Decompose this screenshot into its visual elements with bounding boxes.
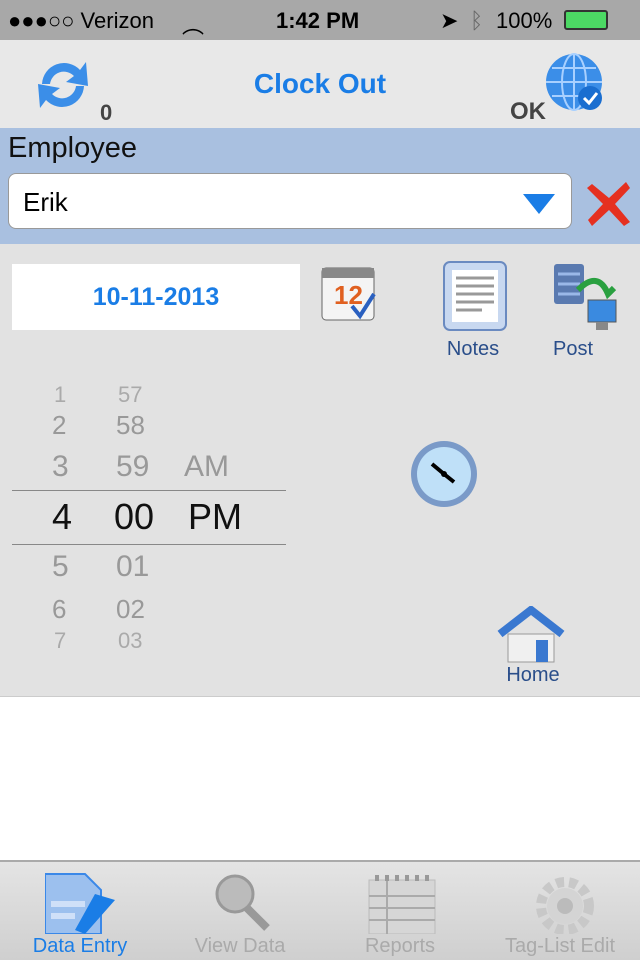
tab-label: Tag-List Edit xyxy=(504,935,616,957)
carrier: ●●●○○ Verizon xyxy=(8,8,154,33)
battery-percent: 100% xyxy=(496,8,553,33)
globe-check-icon xyxy=(546,53,602,111)
employee-select[interactable]: Erik xyxy=(8,173,572,229)
tab-label: View Data xyxy=(194,935,286,957)
tab-view-data[interactable]: View Data xyxy=(160,862,320,962)
tab-reports[interactable]: Reports xyxy=(320,862,480,962)
battery-icon xyxy=(564,10,608,30)
nav-bar: 0 Clock Out OK xyxy=(0,40,640,128)
clear-employee-button[interactable] xyxy=(584,178,634,228)
tab-label: Reports xyxy=(364,935,436,957)
tab-data-entry[interactable]: Data Entry xyxy=(0,862,160,962)
gear-icon xyxy=(536,877,594,934)
status-bar: ●●●○○ Verizon ︵ 1:42 PM ➤ ᛒ 100% xyxy=(0,0,640,40)
employee-label: Employee xyxy=(8,132,137,164)
date-field[interactable]: 10-11-2013 xyxy=(12,264,300,330)
clock-icon xyxy=(411,441,477,507)
home-icon xyxy=(497,606,565,663)
svg-text:12: 12 xyxy=(334,280,363,310)
connection-button[interactable] xyxy=(544,52,606,114)
wifi-icon: ︵ xyxy=(182,13,205,38)
tab-label: Data Entry xyxy=(32,935,128,957)
location-icon: ➤ xyxy=(440,8,459,33)
bluetooth-icon: ᛒ xyxy=(470,8,484,33)
data-entry-icon xyxy=(45,873,115,934)
post-button[interactable]: Post xyxy=(528,260,620,364)
employee-section: Employee Erik xyxy=(0,128,640,244)
clock-button[interactable] xyxy=(408,438,480,510)
entry-panel: 10-11-2013 12 Notes Post 1 57 2 58 3 59 AM 4… xyxy=(0,244,640,697)
magnifier-icon xyxy=(215,874,270,931)
chevron-down-icon xyxy=(523,194,555,214)
connection-status: OK xyxy=(510,98,546,125)
home-label: Home xyxy=(506,664,560,686)
home-button[interactable]: Home xyxy=(488,606,576,692)
notepad-icon xyxy=(368,875,436,934)
calendar-icon: 12 xyxy=(321,267,376,321)
notes-icon xyxy=(443,261,507,331)
clock: 1:42 PM xyxy=(276,8,360,33)
close-icon xyxy=(587,182,630,226)
sync-count: 0 xyxy=(100,100,113,125)
time-picker[interactable]: 1 57 2 58 3 59 AM 4 00 PM 5 01 6 02 7 03 xyxy=(12,374,286,660)
picker-selection-line xyxy=(12,544,286,545)
post-server-icon xyxy=(554,264,617,330)
post-label: Post xyxy=(552,338,594,360)
tab-bar: Data Entry View Data Reports Tag-List Ed… xyxy=(0,860,640,960)
picker-selection-line xyxy=(12,490,286,491)
tab-tag-list-edit[interactable]: Tag-List Edit xyxy=(480,862,640,962)
calendar-button[interactable]: 12 xyxy=(318,260,380,326)
notes-button[interactable]: Notes xyxy=(428,260,520,364)
notes-label: Notes xyxy=(446,338,500,360)
employee-value: Erik xyxy=(23,187,68,217)
